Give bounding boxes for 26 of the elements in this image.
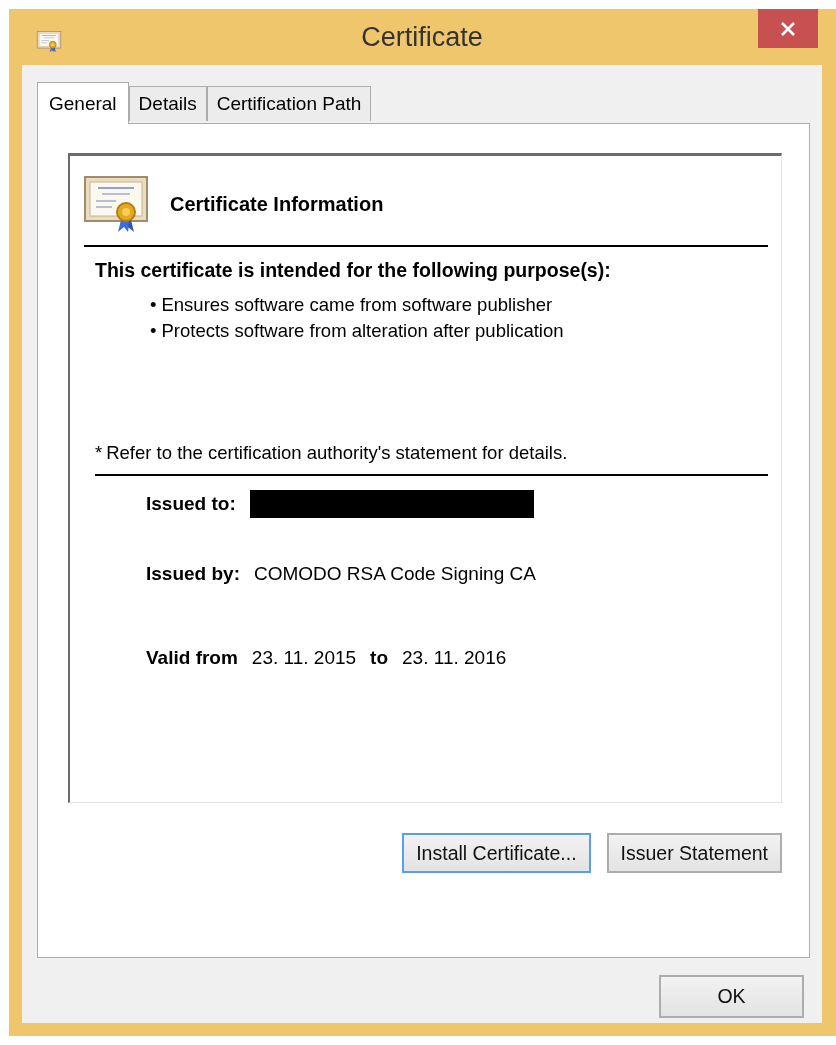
- tab[interactable]: General: [37, 82, 129, 124]
- tab[interactable]: Details: [128, 86, 207, 121]
- window-title: Certificate: [361, 21, 483, 53]
- certificate-icon: [35, 31, 63, 53]
- bullet-icon: •: [150, 292, 157, 318]
- purpose-heading: This certificate is intended for the following purpose(s):: [95, 259, 612, 282]
- field-label: Issued to:: [146, 493, 236, 515]
- bullet-icon: •: [150, 318, 157, 344]
- field-value: 23. 11. 2015: [251, 647, 357, 669]
- certificate-icon: [84, 175, 148, 234]
- field-label: to: [370, 647, 389, 669]
- section-heading: Certificate Information: [170, 193, 384, 216]
- asterisk-icon: *: [95, 442, 103, 464]
- close-icon: [780, 20, 796, 37]
- field-label: Valid from: [146, 647, 238, 669]
- note-text: Refer to the certification authority's statement for details.: [106, 442, 568, 464]
- ok-button[interactable]: OK: [659, 975, 804, 1018]
- field-value: 23. 11. 2016: [402, 647, 507, 669]
- field-value: COMODO RSA Code Signing CA: [254, 563, 536, 585]
- purpose-text: Ensures software came from software publisher: [161, 293, 553, 317]
- dialog-button[interactable]: Install Certificate...: [402, 833, 591, 873]
- tab[interactable]: Certification Path: [206, 86, 372, 121]
- close-button[interactable]: [758, 9, 818, 48]
- dialog-button[interactable]: Issuer Statement: [606, 833, 782, 873]
- purpose-text: Protects software from alteration after publication: [161, 319, 564, 343]
- field-label: Issued by:: [146, 563, 240, 585]
